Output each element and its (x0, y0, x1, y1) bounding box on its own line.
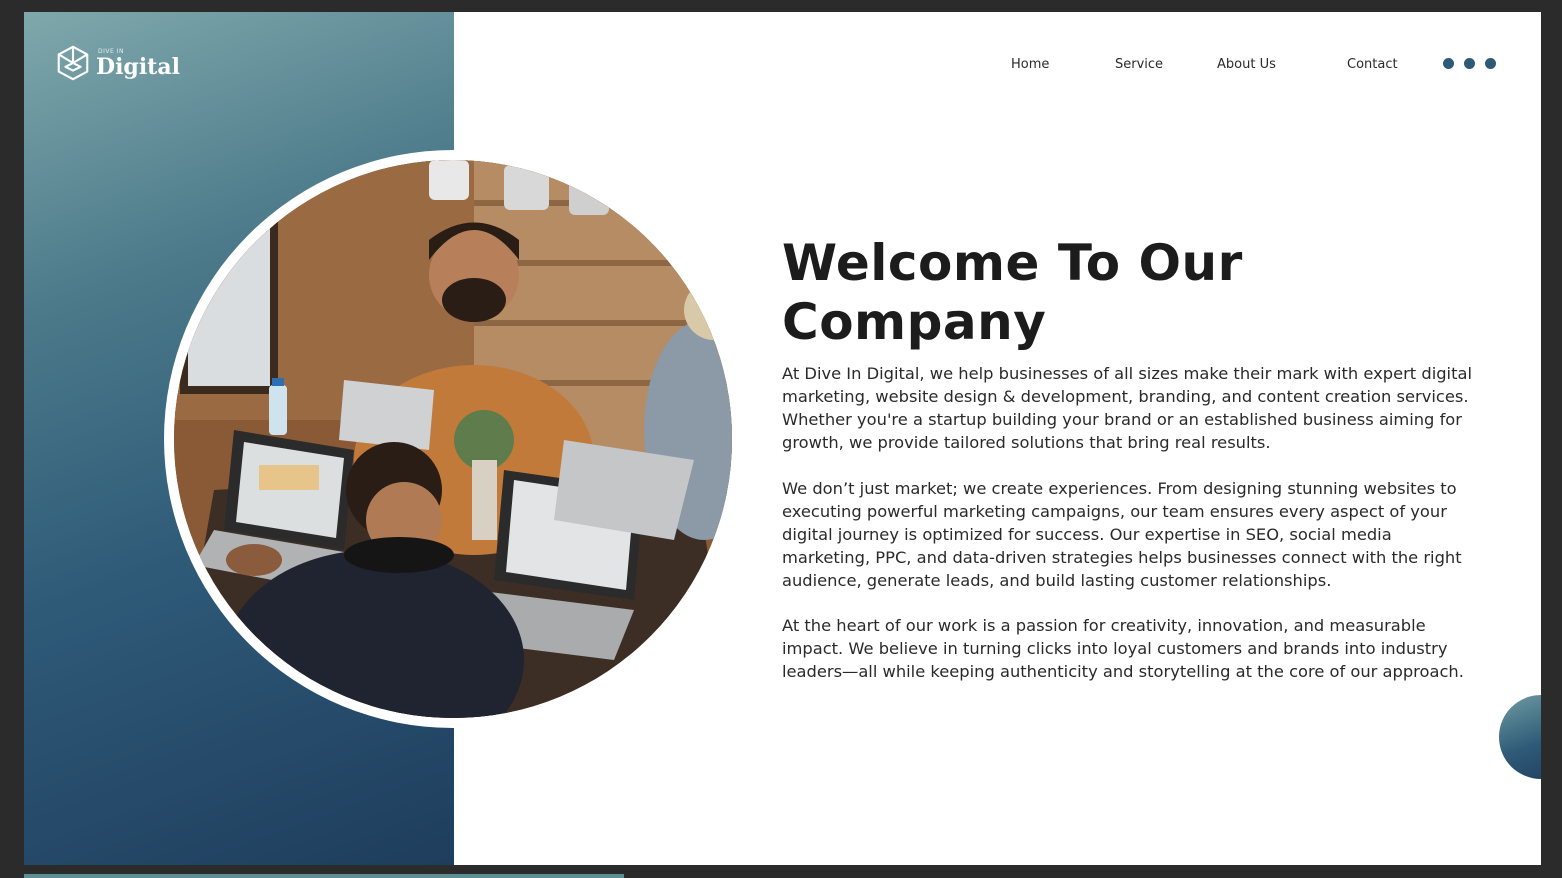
nav-contact[interactable]: Contact (1347, 57, 1398, 72)
intro-paragraph-3: At the heart of our work is a passion fo… (782, 616, 1464, 681)
window-top-border (0, 0, 1562, 12)
decorative-corner-circle (1499, 695, 1541, 779)
bottom-accent-bar (24, 874, 624, 878)
nav-about-us[interactable]: About Us (1217, 57, 1276, 72)
dot-1 (1443, 58, 1454, 69)
intro-paragraph-1: At Dive In Digital, we help businesses o… (782, 364, 1472, 452)
page-title-line2: Company (782, 293, 1047, 351)
cube-logo-icon (57, 45, 89, 81)
dot-3 (1485, 58, 1496, 69)
logo-wordmark: Digital (96, 53, 180, 80)
intro-paragraph-2: We don’t just market; we create experien… (782, 479, 1462, 590)
nav-home[interactable]: Home (1011, 57, 1049, 72)
team-photo (174, 160, 732, 718)
slide-canvas: DIVE IN Digital Welcome To Our Company A… (24, 12, 1541, 865)
team-photo-illustration (174, 160, 732, 718)
brand-logo[interactable]: DIVE IN Digital (54, 44, 180, 82)
page-title-line1: Welcome To Our (782, 234, 1243, 292)
nav-service[interactable]: Service (1115, 57, 1163, 72)
page-title: Welcome To Our Company (782, 234, 1342, 352)
dot-2 (1464, 58, 1475, 69)
three-dots-icon[interactable] (1443, 58, 1496, 69)
